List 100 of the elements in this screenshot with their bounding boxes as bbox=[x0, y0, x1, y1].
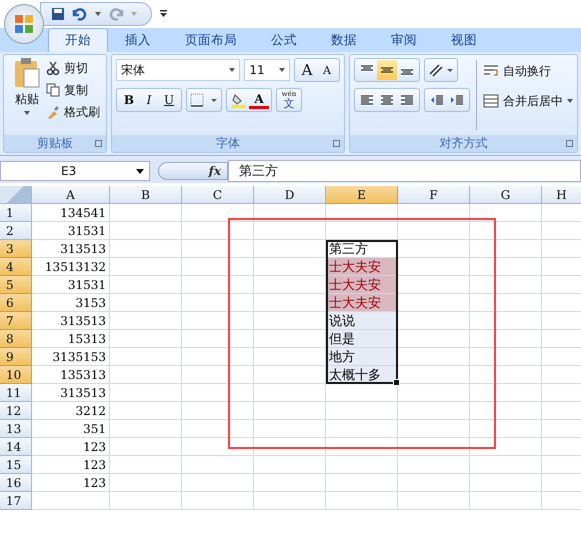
row-header[interactable]: 10 bbox=[0, 366, 32, 384]
column-header[interactable]: G bbox=[470, 186, 542, 204]
row-header[interactable]: 3 bbox=[0, 240, 32, 258]
caret-icon[interactable] bbox=[95, 12, 101, 16]
align-lines-icon bbox=[361, 95, 373, 105]
row-header[interactable]: 15 bbox=[0, 456, 32, 474]
table-cell-text: 3212 bbox=[74, 403, 107, 420]
align-lines-icon bbox=[401, 95, 413, 105]
table-cell: 士大夫安 bbox=[326, 258, 397, 275]
row-header[interactable]: 5 bbox=[0, 276, 32, 294]
dialog-launcher-icon[interactable] bbox=[333, 140, 340, 147]
slanted-text-icon bbox=[427, 62, 455, 78]
table-cell-text: 134541 bbox=[59, 205, 107, 222]
border-icon bbox=[189, 92, 219, 108]
column-header[interactable]: E bbox=[326, 186, 398, 204]
merge-center-button[interactable]: 合并后居中 bbox=[483, 92, 573, 110]
paste-button[interactable]: 粘贴 bbox=[8, 58, 46, 132]
underline-button[interactable]: U bbox=[159, 90, 179, 110]
formula-field[interactable]: 第三方 bbox=[228, 160, 581, 182]
table-cell-text: 31531 bbox=[66, 223, 107, 240]
table-cell-text: 31531 bbox=[66, 277, 107, 294]
merge-cells-icon bbox=[483, 94, 499, 108]
ribbon-tab[interactable]: 页面布局 bbox=[168, 28, 254, 52]
brush-icon bbox=[46, 105, 60, 119]
caret-icon bbox=[567, 99, 573, 103]
bold-button[interactable]: B bbox=[119, 90, 139, 110]
cut-button[interactable]: 剪切 bbox=[46, 59, 100, 77]
table-cell-text: 123 bbox=[82, 457, 107, 474]
row-header[interactable]: 4 bbox=[0, 258, 32, 276]
italic-button[interactable]: I bbox=[139, 90, 159, 110]
row-header[interactable]: 11 bbox=[0, 384, 32, 402]
wrap-text-button[interactable]: 自动换行 bbox=[483, 62, 573, 80]
row-header[interactable]: 2 bbox=[0, 222, 32, 240]
column-header[interactable]: D bbox=[254, 186, 326, 204]
table-cell: 士大夫安 bbox=[326, 276, 397, 293]
scissors-icon bbox=[46, 61, 60, 75]
fill-handle[interactable] bbox=[393, 379, 400, 386]
decrease-indent-icon bbox=[431, 95, 443, 105]
ribbon-tab[interactable]: 审阅 bbox=[374, 28, 434, 52]
insert-function-button[interactable]: fx bbox=[158, 162, 228, 180]
grow-font-button[interactable]: A bbox=[297, 60, 317, 80]
copy-icon bbox=[46, 83, 60, 97]
format-painter-button[interactable]: 格式刷 bbox=[46, 103, 100, 121]
column-header[interactable]: A bbox=[32, 186, 110, 204]
table-cell-text: 313513 bbox=[59, 385, 107, 402]
ribbon-tab[interactable]: 开始 bbox=[48, 28, 108, 52]
increase-indent-icon bbox=[451, 95, 463, 105]
group-title: 字体 bbox=[216, 135, 240, 152]
ribbon-tab[interactable]: 数据 bbox=[314, 28, 374, 52]
vertical-align-button[interactable] bbox=[377, 60, 397, 80]
shrink-font-button[interactable]: A bbox=[317, 60, 337, 80]
row-header[interactable]: 1 bbox=[0, 204, 32, 222]
row-header[interactable]: 16 bbox=[0, 474, 32, 492]
group-title: 剪贴板 bbox=[37, 135, 73, 152]
table-cell-text: 313513 bbox=[59, 313, 107, 330]
table-cell-text: 123 bbox=[82, 439, 107, 456]
table-cell-text: 3153 bbox=[74, 295, 107, 312]
table-cell: 但是 bbox=[326, 330, 397, 347]
table-cell-text: 135313 bbox=[59, 367, 107, 384]
borders-button[interactable] bbox=[186, 88, 222, 112]
undo-icon[interactable] bbox=[71, 7, 89, 21]
row-header[interactable]: 14 bbox=[0, 438, 32, 456]
row-header[interactable]: 7 bbox=[0, 312, 32, 330]
clipboard-icon bbox=[13, 58, 41, 88]
column-header[interactable]: C bbox=[182, 186, 254, 204]
table-cell: 说说 bbox=[326, 312, 397, 329]
table-cell-text: 15313 bbox=[66, 331, 107, 348]
row-header[interactable]: 9 bbox=[0, 348, 32, 366]
column-header[interactable]: H bbox=[542, 186, 581, 204]
name-box[interactable]: E3 bbox=[0, 161, 150, 181]
orientation-button[interactable] bbox=[424, 58, 458, 82]
caret-icon bbox=[24, 111, 30, 115]
dialog-launcher-icon[interactable] bbox=[95, 140, 102, 147]
paint-bucket-icon bbox=[231, 92, 247, 108]
caret-icon bbox=[279, 68, 285, 72]
column-header[interactable]: B bbox=[110, 186, 182, 204]
row-header[interactable]: 6 bbox=[0, 294, 32, 312]
table-cell-text: 351 bbox=[82, 421, 107, 438]
row-header[interactable]: 13 bbox=[0, 420, 32, 438]
row-header[interactable]: 12 bbox=[0, 402, 32, 420]
wrap-text-icon bbox=[483, 64, 499, 78]
table-cell: 地方 bbox=[326, 348, 397, 365]
dialog-launcher-icon[interactable] bbox=[566, 140, 573, 147]
table-cell-text: 3135153 bbox=[52, 349, 107, 366]
table-cell-text: 13513132 bbox=[44, 259, 107, 276]
row-header[interactable]: 17 bbox=[0, 492, 32, 510]
row-header[interactable]: 8 bbox=[0, 330, 32, 348]
table-cell-text: 123 bbox=[82, 475, 107, 492]
font-size-field[interactable]: 11 bbox=[244, 59, 290, 81]
group-title: 对齐方式 bbox=[440, 135, 488, 152]
ribbon-tab[interactable]: 公式 bbox=[254, 28, 314, 52]
table-cell: 士大夫安 bbox=[326, 294, 397, 311]
ribbon-tab[interactable]: 视图 bbox=[434, 28, 494, 52]
font-name-field[interactable]: 宋体 bbox=[116, 59, 240, 81]
save-icon[interactable] bbox=[51, 7, 65, 21]
align-lines-icon bbox=[381, 95, 393, 105]
ribbon-tab[interactable]: 插入 bbox=[108, 28, 168, 52]
column-header[interactable]: F bbox=[398, 186, 470, 204]
customize-icon[interactable] bbox=[160, 10, 167, 18]
copy-button[interactable]: 复制 bbox=[46, 81, 100, 99]
